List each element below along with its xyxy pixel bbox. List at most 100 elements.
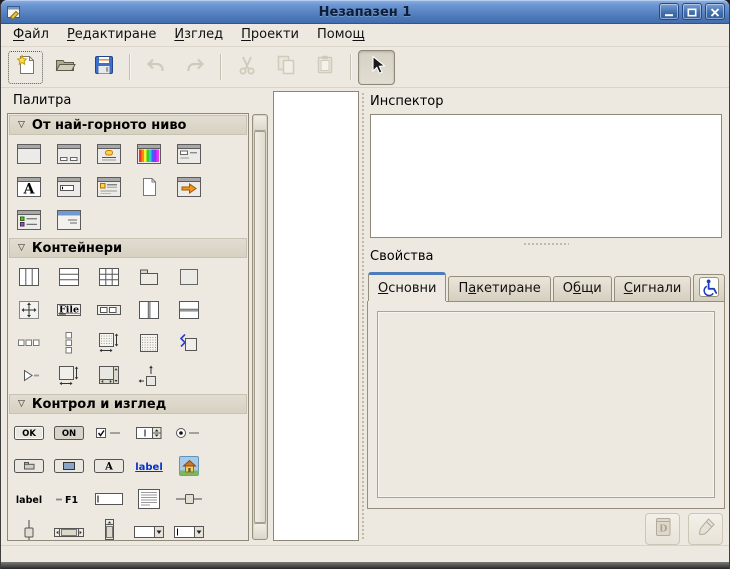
menu-edit[interactable]: Редактиране — [58, 24, 165, 46]
menu-help[interactable]: Помощ — [308, 24, 374, 46]
devhelp-button: D — [645, 513, 680, 545]
palette-item-fontbutton[interactable]: A — [89, 449, 129, 482]
palette-section-label: Контейнери — [32, 241, 122, 256]
new-button[interactable] — [7, 50, 44, 85]
palette-item-assistant[interactable] — [169, 170, 209, 203]
palette-item-hbox[interactable] — [9, 260, 49, 293]
properties-tabs: ОсновниПакетиранеОбщиСигнали — [368, 272, 725, 301]
palette-item-about-dialog[interactable] — [129, 170, 169, 203]
palette-item-scrolledwindow[interactable] — [49, 359, 89, 392]
palette-item-message-dialog[interactable] — [89, 137, 129, 170]
palette-item-frame[interactable] — [169, 260, 209, 293]
scroll-down-button[interactable] — [254, 523, 266, 538]
palette-item-font-selection-dialog[interactable]: A — [9, 170, 49, 203]
palette-item-entry[interactable] — [89, 482, 129, 515]
palette-item-recent-chooser-dialog[interactable] — [9, 203, 49, 236]
palette-item-radiobutton[interactable] — [169, 416, 209, 449]
inspector-panel[interactable] — [370, 114, 722, 238]
palette-section-header[interactable]: ▽Контейнери — [9, 238, 247, 258]
palette-item-hscrollbar[interactable] — [49, 515, 89, 541]
palette-item-vbox[interactable] — [49, 260, 89, 293]
palette-item-colorbutton[interactable] — [49, 449, 89, 482]
palette-section-header[interactable]: ▽Контрол и изглед — [9, 394, 247, 414]
open-button[interactable] — [46, 50, 83, 85]
tab-packing[interactable]: Пакетиране — [448, 276, 550, 301]
palette-item-toolbar-widget[interactable] — [89, 293, 129, 326]
right-panel: Инспектор Свойства ОсновниПакетиранеОбщи… — [367, 91, 725, 545]
palette-item-vscrollbar[interactable] — [89, 515, 129, 541]
palette-item-fixed[interactable] — [9, 293, 49, 326]
palette-item-file-chooser-dialog[interactable] — [89, 170, 129, 203]
palette-item-textview[interactable] — [129, 482, 169, 515]
save-button[interactable] — [85, 50, 122, 85]
palette-item-eventbox[interactable] — [129, 326, 169, 359]
scrollbar-thumb[interactable] — [254, 131, 266, 523]
palette-item-dialog[interactable] — [49, 137, 89, 170]
tab-common[interactable]: Общи — [553, 276, 612, 301]
properties-title: Свойства — [370, 249, 434, 264]
palette-item-menubar-widget[interactable]: File — [49, 293, 89, 326]
palette-item-spinbutton[interactable] — [129, 416, 169, 449]
palette-section-label: От най-горното ниво — [32, 118, 187, 133]
redo-icon — [183, 53, 207, 81]
palette-item-layout[interactable] — [89, 359, 129, 392]
palette-item-viewport[interactable] — [89, 326, 129, 359]
minimize-button[interactable] — [659, 3, 679, 20]
palette-item-combobox[interactable] — [129, 515, 169, 541]
titlebar[interactable]: Незапазен 1 — [1, 0, 729, 24]
selector-button[interactable] — [358, 50, 395, 85]
palette-scrollbar[interactable] — [252, 114, 268, 540]
tab-signals[interactable]: Сигнали — [614, 276, 692, 301]
palette-item-expander[interactable] — [9, 359, 49, 392]
palette-item-vpaned[interactable] — [169, 293, 209, 326]
palette-item-vbuttonbox[interactable] — [49, 326, 89, 359]
properties-page — [367, 301, 725, 509]
palette-item-hpaned[interactable] — [129, 293, 169, 326]
palette-item-file-selection-dialog[interactable] — [169, 137, 209, 170]
palette-item-alignment[interactable] — [129, 359, 169, 392]
menu-file[interactable]: Файл — [4, 24, 58, 46]
palette-item-image[interactable] — [169, 449, 209, 482]
palette-item-hbuttonbox[interactable] — [9, 326, 49, 359]
design-canvas[interactable] — [273, 91, 359, 541]
palette-item-plugin-window[interactable] — [49, 203, 89, 236]
palette-item-handlebox[interactable] — [169, 326, 209, 359]
window-title: Незапазен 1 — [1, 5, 729, 20]
paste-icon — [313, 53, 337, 81]
glade-window: Незапазен 1 ФайлРедактиранеИзгледПроекти… — [0, 0, 730, 569]
paned-grip-vertical[interactable] — [360, 91, 365, 541]
palette-item-button[interactable]: OK — [9, 416, 49, 449]
close-button[interactable] — [705, 3, 725, 20]
palette-item-notebook[interactable] — [129, 260, 169, 293]
palette-item-window[interactable] — [9, 137, 49, 170]
paned-grip-horizontal[interactable] — [523, 242, 569, 247]
svg-text:File: File — [59, 304, 79, 315]
palette-item-linkbutton[interactable]: label — [129, 449, 169, 482]
palette-item-vscale[interactable] — [9, 515, 49, 541]
palette-item-table[interactable] — [89, 260, 129, 293]
tab-accessibility[interactable] — [693, 274, 725, 301]
palette-item-togglebutton[interactable]: ON — [49, 416, 89, 449]
maximize-button[interactable] — [682, 3, 702, 20]
scroll-up-button[interactable] — [254, 116, 266, 131]
menu-projects[interactable]: Проекти — [232, 24, 308, 46]
palette-item-hscale[interactable] — [169, 482, 209, 515]
inspector-title: Инспектор — [370, 94, 444, 109]
palette-grid: OKONAlabellabelF1 — [8, 415, 248, 541]
menu-view[interactable]: Изглед — [165, 24, 232, 46]
statusbar — [1, 545, 729, 563]
palette-item-comboboxentry[interactable] — [169, 515, 209, 541]
palette-item-color-selection-dialog[interactable] — [129, 137, 169, 170]
palette-grid: A — [8, 136, 248, 237]
palette-section-header[interactable]: ▽От най-горното ниво — [9, 115, 247, 135]
palette-item-accellabel[interactable]: F1 — [49, 482, 89, 515]
copy-button — [267, 50, 304, 85]
undo-icon — [144, 53, 168, 81]
toolbar-separator — [220, 54, 221, 80]
palette-item-checkbutton[interactable] — [89, 416, 129, 449]
palette-item-input-dialog[interactable] — [49, 170, 89, 203]
palette-item-label[interactable]: label — [9, 482, 49, 515]
palette-item-filechooserbutton[interactable] — [9, 449, 49, 482]
accessibility-icon — [699, 277, 719, 301]
tab-general[interactable]: Основни — [368, 272, 446, 301]
